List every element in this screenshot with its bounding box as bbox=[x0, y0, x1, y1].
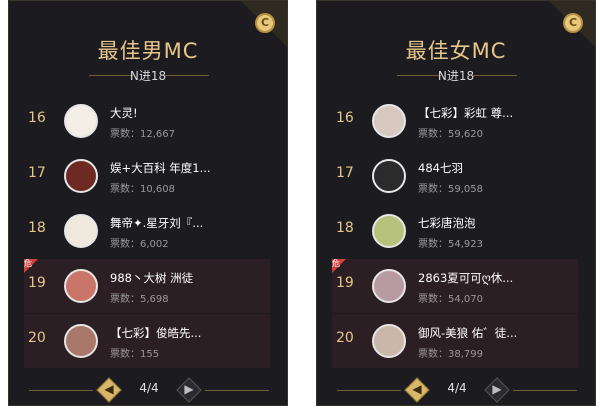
rank-number: 16 bbox=[28, 110, 46, 126]
mc-name: 988丶大树 洲徒 bbox=[110, 271, 194, 285]
mc-name: 2863夏可可ღ休... bbox=[418, 271, 514, 285]
mc-name: 娱+大百科 年度1... bbox=[110, 161, 211, 175]
rank-number: 19 bbox=[28, 275, 46, 291]
rank-number: 16 bbox=[336, 110, 354, 126]
vote-count: 票数：10,608 bbox=[110, 184, 175, 195]
vote-count: 票数：54,923 bbox=[418, 239, 483, 250]
avatar[interactable] bbox=[64, 159, 98, 193]
avatar[interactable] bbox=[372, 269, 406, 303]
list-item-danger[interactable]: 20 【七彩】俊皓先... 票数：155 bbox=[24, 314, 270, 368]
danger-badge-label: 危 bbox=[332, 259, 340, 268]
mc-name: 七彩唐泡泡 bbox=[418, 216, 476, 230]
rank-number: 18 bbox=[28, 220, 46, 236]
rank-number: 17 bbox=[28, 165, 46, 181]
vote-count: 票数：59,620 bbox=[418, 129, 483, 140]
mc-name: 大灵! bbox=[110, 106, 138, 120]
divider bbox=[29, 390, 93, 391]
vote-count: 票数：6,002 bbox=[110, 239, 169, 250]
list-item-danger[interactable]: 20 御风-美狼 佑゛徒... 票数：38,799 bbox=[332, 314, 578, 368]
avatar[interactable] bbox=[372, 104, 406, 138]
vote-count: 票数：38,799 bbox=[418, 349, 483, 360]
mc-name: 舞帝✦.星牙刘『... bbox=[110, 216, 204, 230]
female-mc-panel: C 最佳女MC N进18 16 【七彩】彩虹 尊... 票数：59,620 17… bbox=[316, 0, 596, 406]
list-item[interactable]: 17 娱+大百科 年度1... 票数：10,608 bbox=[24, 149, 270, 203]
male-mc-panel: C 最佳男MC N进18 16 大灵! 票数：12,667 17 娱+大百科 年… bbox=[8, 0, 288, 406]
divider bbox=[205, 390, 269, 391]
list-item[interactable]: 18 七彩唐泡泡 票数：54,923 bbox=[332, 204, 578, 258]
mc-name: 御风-美狼 佑゛徒... bbox=[418, 326, 518, 340]
rank-number: 18 bbox=[336, 220, 354, 236]
avatar[interactable] bbox=[372, 159, 406, 193]
rank-number: 17 bbox=[336, 165, 354, 181]
pagination: ◀ 4/4 ▶ bbox=[317, 377, 595, 405]
page-indicator: 4/4 bbox=[139, 381, 159, 395]
danger-badge-label: 危 bbox=[24, 259, 32, 268]
mc-name: 【七彩】俊皓先... bbox=[110, 326, 202, 340]
coin-icon[interactable]: C bbox=[563, 13, 583, 33]
mc-name: 【七彩】彩虹 尊... bbox=[418, 106, 514, 120]
vote-count: 票数：155 bbox=[110, 349, 160, 360]
avatar[interactable] bbox=[64, 104, 98, 138]
mc-name: 484七羽 bbox=[418, 161, 463, 175]
ranking-list: 16 【七彩】彩虹 尊... 票数：59,620 17 484七羽 票数：59,… bbox=[332, 94, 578, 369]
vote-count: 票数：54,070 bbox=[418, 294, 483, 305]
page-indicator: 4/4 bbox=[447, 381, 467, 395]
chevron-right-icon: ▶ bbox=[492, 382, 502, 396]
vote-count: 票数：59,058 bbox=[418, 184, 483, 195]
list-item-danger[interactable]: 危 19 988丶大树 洲徒 票数：5,698 bbox=[24, 259, 270, 313]
list-item[interactable]: 16 【七彩】彩虹 尊... 票数：59,620 bbox=[332, 94, 578, 148]
list-item[interactable]: 16 大灵! 票数：12,667 bbox=[24, 94, 270, 148]
avatar[interactable] bbox=[372, 214, 406, 248]
vote-count: 票数：5,698 bbox=[110, 294, 169, 305]
chevron-left-icon: ◀ bbox=[104, 382, 114, 396]
vote-count: 票数：12,667 bbox=[110, 129, 175, 140]
pagination: ◀ 4/4 ▶ bbox=[9, 377, 287, 405]
chevron-left-icon: ◀ bbox=[412, 382, 422, 396]
avatar[interactable] bbox=[64, 324, 98, 358]
rank-number: 20 bbox=[28, 330, 46, 346]
panel-title: 最佳女MC bbox=[405, 39, 507, 63]
panel-subtitle: N进18 bbox=[129, 69, 167, 83]
list-item-danger[interactable]: 危 19 2863夏可可ღ休... 票数：54,070 bbox=[332, 259, 578, 313]
divider bbox=[513, 390, 577, 391]
ranking-list: 16 大灵! 票数：12,667 17 娱+大百科 年度1... 票数：10,6… bbox=[24, 94, 270, 369]
avatar[interactable] bbox=[64, 269, 98, 303]
panel-subtitle: N进18 bbox=[437, 69, 475, 83]
rank-number: 19 bbox=[336, 275, 354, 291]
avatar[interactable] bbox=[64, 214, 98, 248]
avatar[interactable] bbox=[372, 324, 406, 358]
coin-icon[interactable]: C bbox=[255, 13, 275, 33]
chevron-right-icon: ▶ bbox=[184, 382, 194, 396]
rank-number: 20 bbox=[336, 330, 354, 346]
list-item[interactable]: 18 舞帝✦.星牙刘『... 票数：6,002 bbox=[24, 204, 270, 258]
divider bbox=[473, 75, 517, 76]
panel-title: 最佳男MC bbox=[97, 39, 199, 63]
list-item[interactable]: 17 484七羽 票数：59,058 bbox=[332, 149, 578, 203]
divider bbox=[165, 75, 209, 76]
divider bbox=[337, 390, 401, 391]
